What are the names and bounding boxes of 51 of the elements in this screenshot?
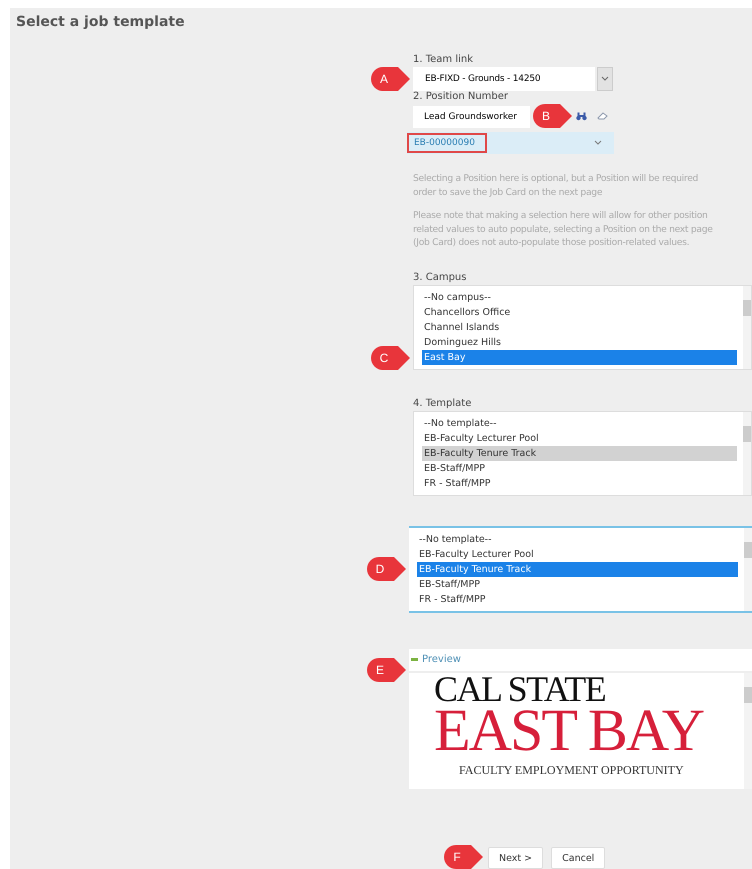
logo-title: CAL STATE: [434, 672, 606, 704]
binoculars-icon[interactable]: [576, 112, 587, 120]
list-option[interactable]: EB-Faculty Lecturer Pool: [417, 546, 738, 562]
logo-caption: FACULTY EMPLOYMENT OPPORTUNITY: [458, 762, 685, 778]
list-option[interactable]: FR - Staff/MPP: [417, 592, 738, 606]
field-label: 2. Position Number: [413, 91, 510, 102]
eraser-icon[interactable]: [597, 112, 608, 120]
list-option[interactable]: EB-Staff/MPP: [422, 460, 737, 476]
field-label: 1. Team link: [413, 54, 474, 65]
list-option[interactable]: EB-Faculty Tenure Track: [417, 562, 738, 576]
field-label: 3. Campus: [413, 272, 468, 282]
list-option[interactable]: EB-Faculty Lecturer Pool: [422, 430, 737, 446]
list-option[interactable]: Dominguez Hills: [422, 334, 737, 350]
position-number-select[interactable]: EB-00000090: [407, 132, 614, 154]
team-link-select[interactable]: EB-FIXD - Grounds - 14250: [413, 67, 613, 91]
list-option[interactable]: Channel Islands: [422, 320, 737, 334]
scrollbar[interactable]: [743, 286, 751, 368]
preview-header[interactable]: Preview: [409, 648, 752, 670]
callout-marker: A: [371, 66, 411, 92]
list-option[interactable]: --No template--: [422, 416, 737, 430]
logo-name: EAST BAY: [434, 704, 704, 754]
list-option[interactable]: --No template--: [417, 532, 738, 546]
callout-marker: F: [444, 844, 484, 869]
help-paragraph: Selecting a Position here is optional, but a Position will be required order to save the Job Card on the next page: [413, 172, 700, 199]
next-button[interactable]: Next >: [488, 847, 544, 869]
list-option[interactable]: EB-Staff/MPP: [417, 576, 738, 592]
scrollbar[interactable]: [743, 412, 751, 494]
callout-marker: D: [367, 556, 407, 582]
cancel-button[interactable]: Cancel: [551, 847, 606, 869]
callout-marker: B: [533, 103, 573, 129]
list-box[interactable]: --No campus-- Chancellors Office Channel Islands Dominguez Hills East Bay: [413, 284, 752, 370]
list-option[interactable]: East Bay: [422, 350, 737, 364]
position-number-value: EB-00000090: [407, 133, 487, 153]
list-option[interactable]: Chancellors Office: [422, 304, 737, 320]
callout-marker: E: [367, 656, 407, 682]
callout-marker: C: [371, 344, 411, 370]
list-box[interactable]: --No template-- EB-Faculty Lecturer Pool EB-Faculty Tenure Track EB-Staff/MPP FR - Staff/MPP: [409, 526, 752, 612]
chevron-down-icon: [601, 76, 609, 82]
preview-link[interactable]: Preview: [422, 654, 461, 665]
page-title: Select a job template: [16, 14, 186, 30]
list-option[interactable]: EB-Faculty Tenure Track: [422, 446, 737, 460]
list-option[interactable]: --No campus--: [422, 290, 737, 304]
chevron-down-icon: [594, 140, 602, 146]
scrollbar[interactable]: [744, 672, 752, 788]
list-option[interactable]: FR - Staff/MPP: [422, 476, 737, 490]
help-paragraph: Please note that making a selection here will allow for other position related values to auto populate, selecting a Position on the next page (Job Card) does not auto-populate those position-related values.: [413, 209, 714, 250]
scrollbar[interactable]: [744, 528, 752, 610]
field-label: 4. Template: [413, 398, 472, 408]
position-search-field[interactable]: Lead Groundsworker: [413, 106, 530, 128]
list-box[interactable]: --No template-- EB-Faculty Lecturer Pool EB-Faculty Tenure Track EB-Staff/MPP FR - Staff/MPP: [413, 410, 752, 496]
collapse-icon: [411, 658, 418, 661]
